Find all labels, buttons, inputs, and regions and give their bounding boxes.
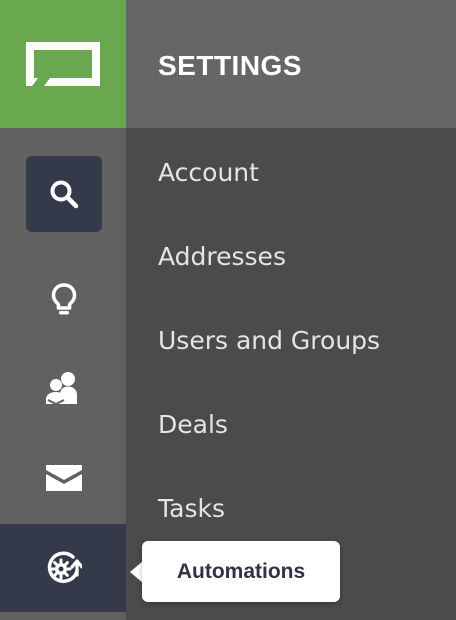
search-button[interactable] <box>26 156 102 232</box>
icon-rail <box>0 0 126 620</box>
brand-logo-icon <box>26 42 100 86</box>
menu-item-deals[interactable]: Deals <box>158 410 228 439</box>
tooltip-label: Automations <box>176 560 306 583</box>
menu-item-account[interactable]: Account <box>158 158 259 187</box>
menu-item-tasks[interactable]: Tasks <box>158 494 225 523</box>
search-icon <box>50 180 79 209</box>
automations-icon <box>47 551 82 584</box>
ideas-button[interactable] <box>26 262 102 338</box>
brand-logo[interactable] <box>0 0 126 128</box>
automations-tooltip: Automations <box>142 541 340 602</box>
mail-button[interactable] <box>26 440 102 516</box>
envelope-icon <box>46 465 82 491</box>
settings-header: SETTINGS <box>126 0 456 128</box>
contacts-icon <box>46 372 77 406</box>
menu-item-addresses[interactable]: Addresses <box>158 242 286 271</box>
lightbulb-icon <box>51 283 77 315</box>
page-title: SETTINGS <box>158 50 303 81</box>
automations-button[interactable] <box>0 524 126 612</box>
contacts-button[interactable] <box>26 350 102 426</box>
menu-item-users-and-groups[interactable]: Users and Groups <box>158 326 380 355</box>
